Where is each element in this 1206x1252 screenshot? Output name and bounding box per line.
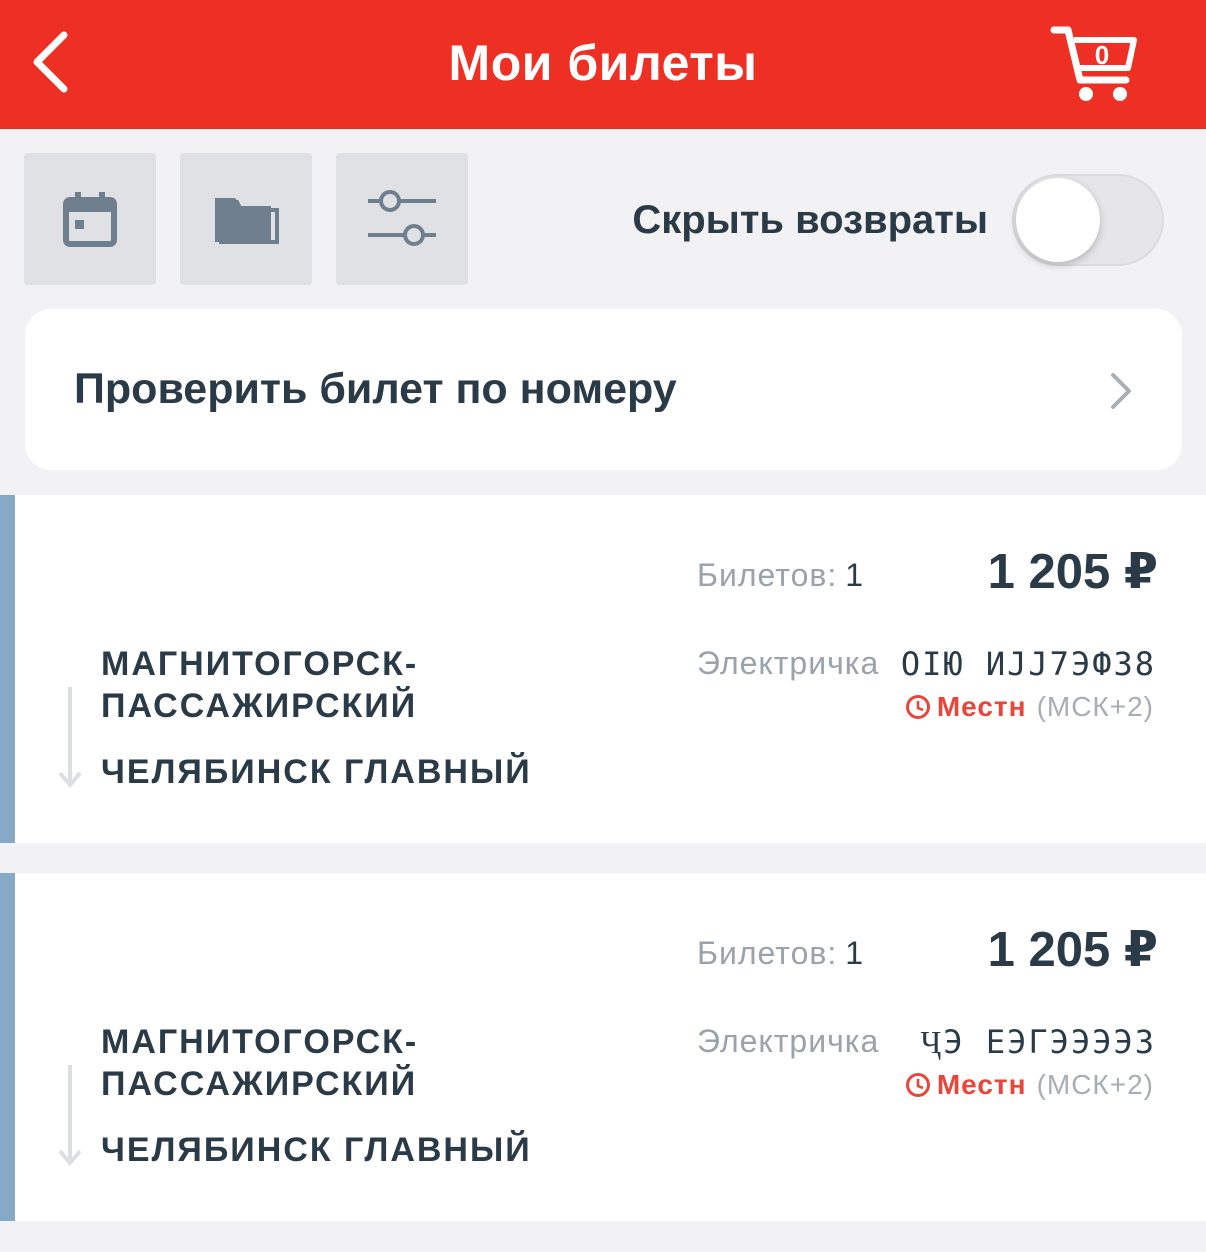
ticket-card[interactable]: Билетов: 1 1 205 ₽ МАГНИТОГОРСК-ПАССАЖИРС… bbox=[0, 873, 1206, 1221]
archive-folder-button[interactable] bbox=[180, 153, 312, 285]
train-number: ОІЮ ИЈЈ7ЭФ38 bbox=[900, 645, 1156, 683]
check-ticket-button[interactable]: Проверить билет по номеру bbox=[25, 309, 1182, 470]
tickets-count-value: 1 bbox=[845, 935, 865, 971]
hide-returns-toggle[interactable] bbox=[1012, 174, 1164, 266]
route-arrow-icon bbox=[58, 1065, 82, 1167]
tickets-count-value: 1 bbox=[845, 557, 865, 593]
sliders-icon bbox=[368, 190, 436, 246]
clock-icon bbox=[905, 1072, 931, 1098]
ticket-price: 1 205 ₽ bbox=[987, 923, 1158, 977]
time-zone-label: (МСК+2) bbox=[1036, 691, 1154, 722]
time-zone-label: (МСК+2) bbox=[1036, 1069, 1154, 1100]
train-type: Электричка bbox=[697, 645, 880, 681]
check-ticket-label: Проверить билет по номеру bbox=[74, 365, 677, 413]
local-time-label: Местн bbox=[936, 691, 1027, 722]
calendar-filter-button[interactable] bbox=[24, 153, 156, 285]
tickets-count: Билетов: 1 bbox=[697, 935, 864, 972]
train-type: Электричка bbox=[697, 1023, 880, 1059]
folder-icon bbox=[215, 198, 279, 244]
app-header: Мои билеты 0 bbox=[0, 0, 1206, 129]
tickets-count-label: Билетов: bbox=[697, 935, 838, 971]
cart-button[interactable]: 0 bbox=[1050, 22, 1142, 106]
ticket-card[interactable]: Билетов: 1 1 205 ₽ МАГНИТОГОРСК-ПАССАЖИРС… bbox=[0, 495, 1206, 843]
chevron-right-icon bbox=[1111, 373, 1131, 409]
page-title: Мои билеты bbox=[448, 35, 758, 91]
local-time-label: Местн bbox=[936, 1069, 1027, 1100]
train-number: ҶЭ ЕЭГЭЭЭЭЗ bbox=[920, 1023, 1156, 1061]
toggle-knob bbox=[1016, 178, 1100, 262]
filter-settings-button[interactable] bbox=[336, 153, 468, 285]
route-arrow-icon bbox=[58, 687, 82, 789]
ticket-price: 1 205 ₽ bbox=[987, 545, 1158, 599]
time-zone-row: Местн (МСК+2) bbox=[905, 1069, 1154, 1101]
arrival-station: ЧЕЛЯБИНСК ГЛАВНЫЙ bbox=[101, 1131, 532, 1169]
clock-icon bbox=[905, 694, 931, 720]
departure-station: МАГНИТОГОРСК-ПАССАЖИРСКИЙ bbox=[101, 645, 419, 725]
calendar-icon bbox=[63, 192, 117, 247]
ticket-status-stripe bbox=[0, 873, 15, 1221]
cart-count-badge: 0 bbox=[1094, 40, 1110, 70]
time-zone-row: Местн (МСК+2) bbox=[905, 691, 1154, 723]
ticket-status-stripe bbox=[0, 495, 15, 843]
hide-returns-label: Скрыть возвраты bbox=[632, 198, 988, 242]
tickets-count: Билетов: 1 bbox=[697, 557, 864, 594]
tickets-count-label: Билетов: bbox=[697, 557, 838, 593]
departure-station: МАГНИТОГОРСК-ПАССАЖИРСКИЙ bbox=[101, 1023, 419, 1103]
arrival-station: ЧЕЛЯБИНСК ГЛАВНЫЙ bbox=[101, 753, 532, 791]
